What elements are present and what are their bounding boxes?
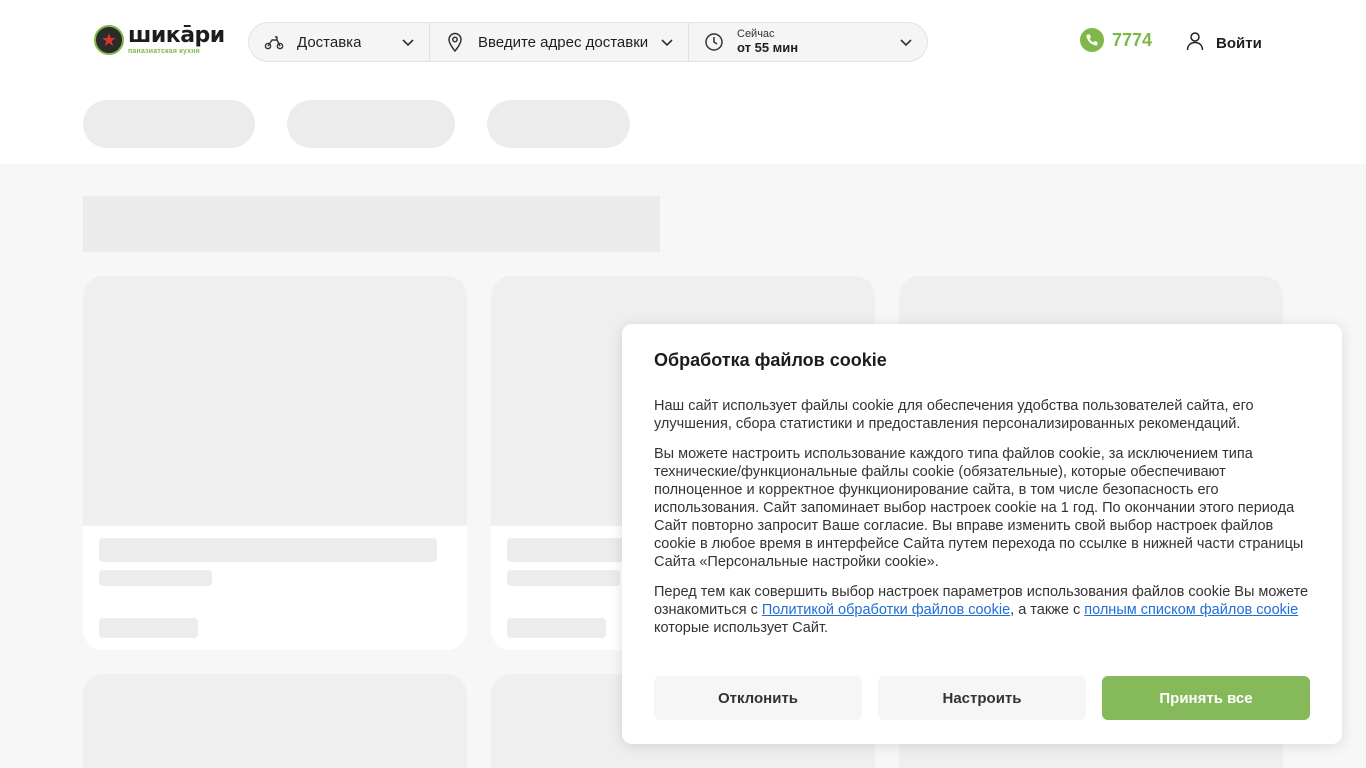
product-title-skeleton — [99, 538, 437, 562]
chevron-down-icon — [661, 39, 673, 47]
location-pin-icon — [444, 31, 466, 53]
clock-icon — [703, 31, 725, 53]
chevron-down-icon — [900, 39, 912, 47]
cookie-links-text-mid: , а также с — [1010, 602, 1085, 618]
address-placeholder: Введите адрес доставки — [478, 33, 649, 51]
cookie-paragraph-intro: Наш сайт использует файлы cookie для обе… — [654, 398, 1254, 432]
accept-all-cookies-button[interactable]: Принять все — [1102, 676, 1310, 720]
cookie-paragraph-settings: Вы можете настроить использование каждог… — [654, 446, 1304, 570]
product-card-skeleton — [83, 276, 467, 650]
site-header: шикāри паназиатская кухня Доставка Введи… — [0, 0, 1366, 164]
delivery-type-label: Доставка — [297, 33, 362, 51]
logo-title: шикāри — [128, 23, 225, 48]
configure-cookies-button[interactable]: Настроить — [878, 676, 1086, 720]
address-input-dropdown[interactable]: Введите адрес доставки — [429, 23, 688, 61]
scooter-icon — [263, 31, 285, 53]
login-label: Войти — [1216, 35, 1262, 52]
delivery-type-dropdown[interactable]: Доставка — [249, 23, 429, 61]
time-value: от 55 мин — [737, 39, 799, 55]
product-image-skeleton — [83, 276, 467, 526]
section-title-skeleton — [83, 196, 660, 252]
time-caption: Сейчас — [737, 28, 775, 41]
logo-emblem-icon — [94, 25, 124, 55]
cookie-policy-link[interactable]: Политикой обработки файлов cookie — [762, 602, 1010, 618]
product-image-skeleton — [83, 674, 467, 768]
cookie-actions: Отклонить Настроить Принять все — [654, 676, 1310, 720]
login-button[interactable]: Войти — [1186, 31, 1262, 56]
category-pill-skeleton — [83, 100, 255, 148]
logo-subtitle: паназиатская кухня — [128, 48, 200, 55]
product-price-skeleton — [99, 618, 198, 638]
product-card-skeleton — [83, 674, 467, 768]
order-selector-bar: Доставка Введите адрес доставки Сейчас о… — [248, 22, 928, 62]
cookie-links-text-end: которые использует Сайт. — [654, 620, 829, 636]
product-weight-skeleton — [507, 570, 620, 586]
cookie-list-link[interactable]: полным списком файлов cookie — [1084, 602, 1298, 618]
product-weight-skeleton — [99, 570, 212, 586]
decline-cookies-button[interactable]: Отклонить — [654, 676, 862, 720]
product-price-skeleton — [507, 618, 606, 638]
chevron-down-icon — [402, 39, 414, 47]
phone-number: 7774 — [1112, 29, 1153, 50]
category-pill-skeleton — [287, 100, 455, 148]
delivery-time-dropdown[interactable]: Сейчас от 55 мин — [688, 23, 927, 61]
logo[interactable]: шикāри паназиатская кухня — [94, 22, 225, 58]
cookie-paragraph-links: Перед тем как совершить выбор настроек п… — [654, 583, 1310, 637]
category-pill-skeleton — [487, 100, 630, 148]
delivery-time-text: Сейчас от 55 мин — [737, 28, 798, 56]
phone-icon — [1080, 28, 1104, 52]
cookie-consent-dialog: Обработка файлов cookie Наш сайт использ… — [622, 324, 1342, 744]
cookie-title: Обработка файлов cookie — [654, 350, 887, 370]
phone-link[interactable]: 7774 — [1080, 28, 1152, 52]
user-icon — [1186, 31, 1204, 56]
logo-text: шикāри паназиатская кухня — [128, 23, 225, 56]
